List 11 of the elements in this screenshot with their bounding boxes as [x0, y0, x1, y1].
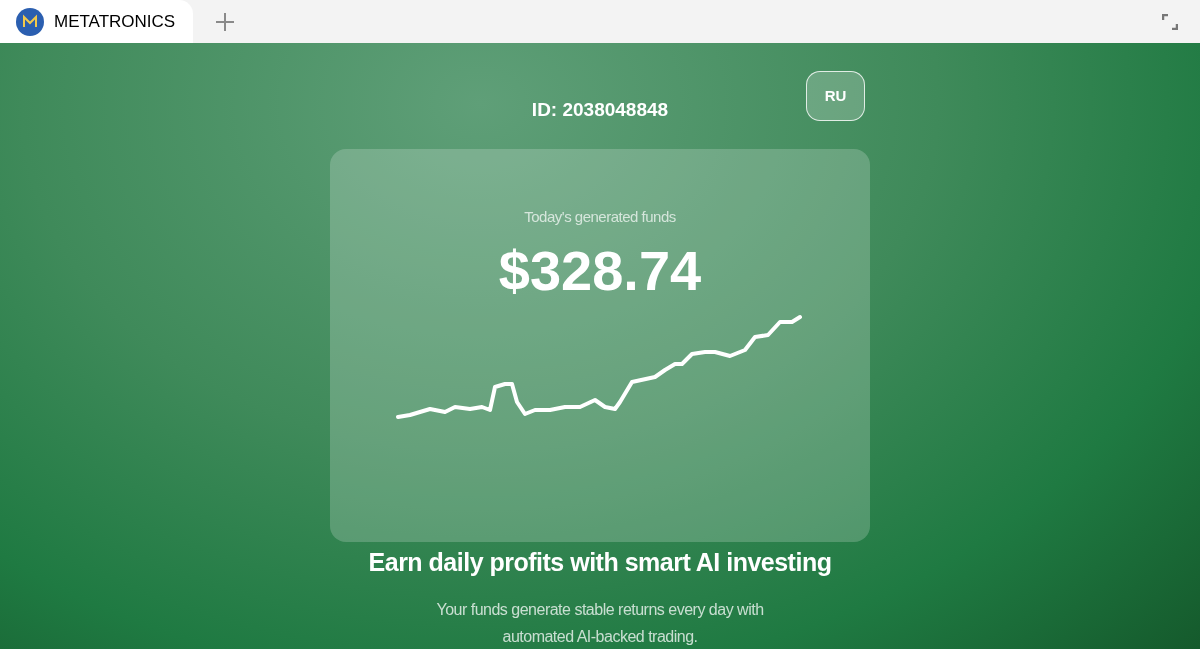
headline: Earn daily profits with smart AI investing: [368, 547, 832, 578]
new-tab-icon[interactable]: [215, 11, 235, 32]
logo-icon: [16, 7, 44, 36]
expand-icon[interactable]: [1162, 13, 1178, 30]
subtitle-line: Your funds generate stable returns every day with: [436, 599, 764, 620]
balance-amount: $328.74: [498, 238, 702, 303]
browser-tab[interactable]: METATRONICS: [0, 0, 193, 43]
card-label: Today's generated funds: [524, 207, 676, 227]
user-id: ID: 2038048848: [531, 97, 669, 122]
subtitle-line: automated AI-backed trading.: [502, 626, 698, 647]
tab-title: METATRONICS: [54, 10, 176, 33]
